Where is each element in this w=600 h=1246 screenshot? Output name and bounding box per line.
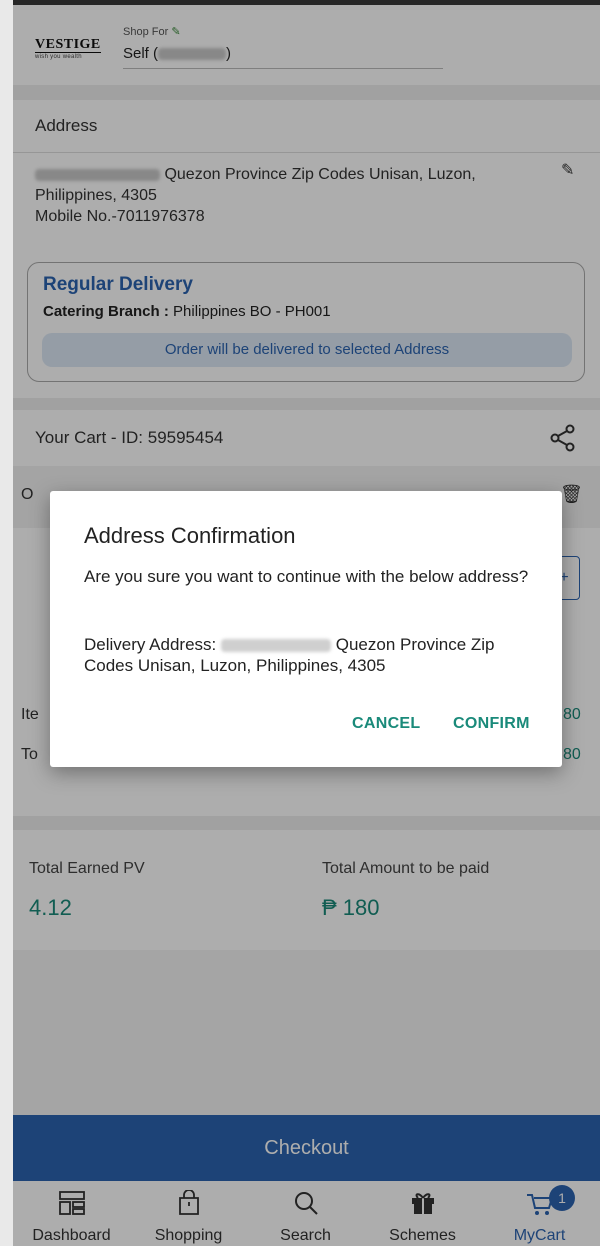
- confirm-button[interactable]: CONFIRM: [453, 715, 530, 733]
- dialog-address: Delivery Address: Quezon Province Zip Co…: [84, 634, 534, 676]
- redacted-house: [221, 639, 332, 653]
- dialog-address-label: Delivery Address:: [84, 635, 217, 654]
- dialog-message: Are you sure you want to continue with t…: [84, 567, 529, 586]
- cancel-button[interactable]: CANCEL: [352, 715, 420, 733]
- address-confirmation-dialog: Address Confirmation Are you sure you wa…: [50, 491, 562, 767]
- app-screen: VESTIGE wish you wealth Shop For ✎ Self …: [13, 0, 600, 1246]
- dialog-title: Address Confirmation: [84, 523, 296, 548]
